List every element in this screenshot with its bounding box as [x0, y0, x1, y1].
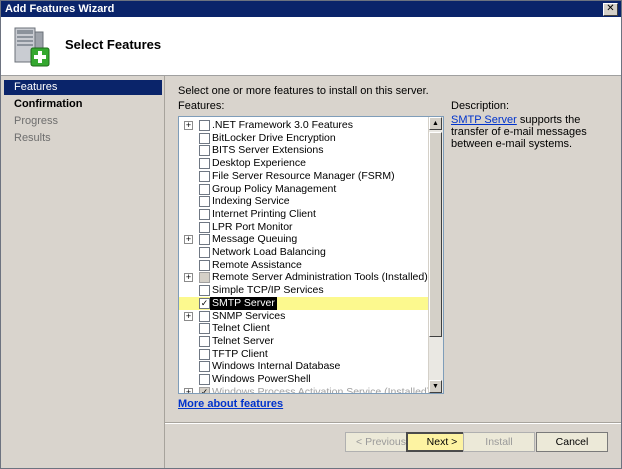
feature-label: BitLocker Drive Encryption: [212, 131, 336, 144]
expand-plus-icon[interactable]: +: [184, 235, 193, 245]
feature-label: LPR Port Monitor: [212, 220, 293, 233]
feature-row[interactable]: Simple TCP/IP Services: [179, 284, 429, 297]
feature-row[interactable]: Internet Printing Client: [179, 208, 429, 221]
wizard-header: Select Features: [1, 17, 621, 76]
wizard-content: Select one or more features to install o…: [165, 76, 621, 468]
expand-plus-icon[interactable]: +: [184, 387, 193, 393]
description-label: Description:: [451, 100, 510, 112]
feature-checkbox[interactable]: [199, 132, 210, 144]
feature-row[interactable]: File Server Resource Manager (FSRM): [179, 170, 429, 183]
feature-row[interactable]: ✓ SMTP Server: [179, 296, 429, 310]
feature-label: Internet Printing Client: [212, 207, 316, 220]
feature-row[interactable]: + SNMP Services: [179, 310, 429, 323]
feature-row[interactable]: Windows Internal Database: [179, 360, 429, 373]
expand-plus-icon[interactable]: +: [184, 311, 193, 321]
feature-checkbox[interactable]: [199, 323, 210, 335]
window-title: Add Features Wizard: [5, 3, 115, 15]
feature-label: Remote Assistance: [212, 258, 302, 271]
feature-checkbox[interactable]: [199, 348, 210, 360]
feature-checkbox[interactable]: [199, 272, 210, 284]
feature-row[interactable]: Network Load Balancing: [179, 246, 429, 259]
close-icon[interactable]: ✕: [603, 3, 618, 16]
nav-item-progress: Progress: [14, 115, 59, 127]
feature-checkbox[interactable]: [199, 234, 210, 246]
feature-label: SNMP Services: [212, 309, 286, 322]
wizard-window: Add Features Wizard ✕ Select Features Fe…: [0, 0, 622, 469]
feature-checkbox[interactable]: [199, 120, 210, 131]
feature-checkbox[interactable]: [199, 374, 210, 385]
button-separator: [165, 422, 621, 424]
feature-row[interactable]: Remote Assistance: [179, 259, 429, 272]
feature-checkbox[interactable]: [199, 310, 210, 322]
vertical-scrollbar[interactable]: ▲ ▼: [428, 117, 443, 393]
nav-item-results: Results: [14, 132, 51, 144]
feature-label: BITS Server Extensions: [212, 144, 324, 157]
feature-checkbox[interactable]: [199, 145, 210, 157]
nav-item-confirmation[interactable]: Confirmation: [4, 97, 162, 112]
description-link[interactable]: SMTP Server: [451, 114, 517, 126]
feature-label: Desktop Experience: [212, 157, 306, 170]
feature-row[interactable]: Indexing Service: [179, 195, 429, 208]
feature-label: Message Queuing: [212, 233, 298, 246]
feature-row[interactable]: Telnet Client: [179, 322, 429, 335]
nav-item-features[interactable]: Features: [4, 80, 162, 95]
cancel-button[interactable]: Cancel: [536, 432, 608, 452]
feature-label: .NET Framework 3.0 Features: [212, 119, 354, 131]
scroll-thumb[interactable]: [429, 132, 442, 337]
description-text: SMTP Server supports the transfer of e-m…: [451, 114, 611, 150]
feature-row[interactable]: TFTP Client: [179, 348, 429, 361]
feature-row[interactable]: BITS Server Extensions: [179, 144, 429, 157]
feature-checkbox[interactable]: [199, 170, 210, 182]
scroll-up-arrow-icon[interactable]: ▲: [429, 117, 442, 130]
feature-checkbox[interactable]: [199, 183, 210, 195]
feature-checkbox[interactable]: [199, 247, 210, 258]
wizard-nav: Features Confirmation Progress Results: [1, 76, 165, 468]
feature-row[interactable]: BitLocker Drive Encryption: [179, 132, 429, 145]
feature-row[interactable]: Telnet Server: [179, 335, 429, 348]
server-add-icon: [14, 27, 50, 67]
feature-row[interactable]: + Message Queuing: [179, 233, 429, 246]
feature-label: Windows Internal Database: [212, 360, 341, 373]
page-title: Select Features: [65, 37, 162, 52]
instruction-text: Select one or more features to install o…: [178, 85, 429, 97]
feature-row[interactable]: Desktop Experience: [179, 157, 429, 170]
more-about-features-link[interactable]: More about features: [178, 398, 283, 410]
feature-label: Simple TCP/IP Services: [212, 284, 324, 297]
features-label: Features:: [178, 100, 225, 112]
feature-checkbox[interactable]: [199, 221, 210, 233]
feature-label: File Server Resource Manager (FSRM): [212, 169, 395, 182]
feature-row[interactable]: Group Policy Management: [179, 183, 429, 196]
title-bar: Add Features Wizard ✕: [1, 1, 621, 17]
feature-checkbox[interactable]: ✓: [199, 386, 210, 393]
feature-label: Telnet Client: [212, 322, 270, 335]
feature-label: Remote Server Administration Tools (Inst…: [212, 271, 428, 284]
install-button[interactable]: Install: [463, 432, 535, 452]
feature-label: SMTP Server: [210, 296, 277, 310]
features-list[interactable]: + .NET Framework 3.0 Features BitLocker Dr…: [178, 116, 444, 394]
feature-checkbox[interactable]: [199, 208, 210, 220]
feature-row[interactable]: LPR Port Monitor: [179, 221, 429, 234]
feature-label: Telnet Server: [212, 334, 274, 347]
feature-row[interactable]: Windows PowerShell: [179, 373, 429, 386]
feature-checkbox[interactable]: [199, 361, 210, 373]
feature-label: Network Load Balancing: [212, 246, 326, 258]
feature-checkbox[interactable]: [199, 158, 210, 170]
feature-label: Indexing Service: [212, 195, 290, 208]
expand-plus-icon[interactable]: +: [184, 273, 193, 283]
feature-label: Windows PowerShell: [212, 373, 311, 385]
feature-checkbox[interactable]: ✓: [199, 297, 210, 309]
scroll-down-arrow-icon[interactable]: ▼: [429, 380, 442, 393]
feature-row[interactable]: + Remote Server Administration Tools (Ins…: [179, 271, 429, 284]
feature-checkbox[interactable]: [199, 259, 210, 271]
feature-checkbox[interactable]: [199, 335, 210, 347]
feature-label: TFTP Client: [212, 347, 268, 360]
feature-row[interactable]: + ✓ Windows Process Activation Service (In…: [179, 385, 431, 394]
expand-plus-icon[interactable]: +: [184, 121, 193, 130]
feature-label: Group Policy Management: [212, 182, 337, 195]
feature-label: Windows Process Activation Service (Inst…: [212, 385, 431, 394]
feature-row[interactable]: + .NET Framework 3.0 Features: [179, 119, 429, 132]
feature-checkbox[interactable]: [199, 196, 210, 208]
feature-checkbox[interactable]: [199, 285, 210, 297]
